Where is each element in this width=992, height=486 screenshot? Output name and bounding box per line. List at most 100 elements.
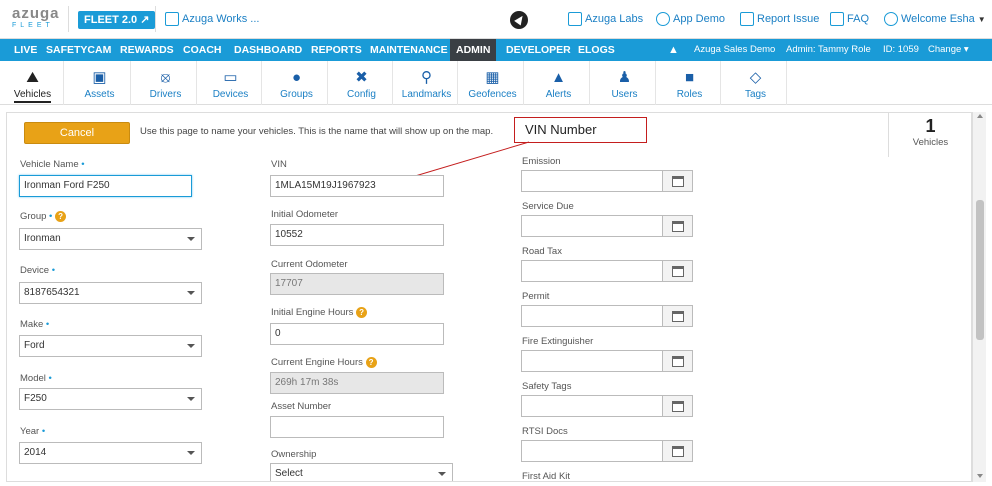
scroll-up-icon[interactable] xyxy=(977,114,983,118)
road-tax-date-input[interactable] xyxy=(521,260,663,282)
year-label: Year • xyxy=(20,426,46,437)
car-icon: ⛰ xyxy=(26,69,39,86)
azuga-labs-link[interactable]: Azuga Labs xyxy=(568,12,643,26)
fleet-version-badge[interactable]: FLEET 2.0 ↗ xyxy=(78,11,156,29)
report-issue-link[interactable]: Report Issue xyxy=(740,12,819,26)
change-account-link[interactable]: Change ▾ xyxy=(928,39,969,61)
initial-odometer-input[interactable]: 10552 xyxy=(270,224,444,246)
subnav-users[interactable]: ♟ Users xyxy=(594,61,656,105)
subnav-alerts[interactable]: ▲ Alerts xyxy=(528,61,590,105)
azuga-works-link[interactable]: Azuga Works ... xyxy=(165,12,259,26)
subnav-tags[interactable]: ◇ Tags xyxy=(725,61,787,105)
rtsi-docs-calendar-button[interactable] xyxy=(663,440,693,462)
nav-coach[interactable]: COACH xyxy=(177,39,228,61)
user-icon: ♟ xyxy=(617,69,632,86)
account-id: ID: 1059 xyxy=(883,44,919,55)
vehicle-edit-panel: Cancel Use this page to name your vehicl… xyxy=(6,112,972,482)
required-dot-icon: • xyxy=(81,159,85,170)
calendar-icon xyxy=(672,446,684,457)
asset-number-input[interactable] xyxy=(270,416,444,438)
nav-admin[interactable]: ADMIN xyxy=(450,39,497,61)
device-icon: ▭ xyxy=(223,69,238,86)
faq-link[interactable]: FAQ xyxy=(830,12,869,26)
labs-icon xyxy=(568,12,582,26)
nav-dashboard[interactable]: DASHBOARD xyxy=(228,39,308,61)
chevron-down-icon xyxy=(187,237,195,241)
scrollbar-thumb[interactable] xyxy=(976,200,984,340)
navigation-icon[interactable] xyxy=(510,11,528,29)
subnav-groups[interactable]: ● Groups xyxy=(266,61,328,105)
initial-engine-hours-input[interactable]: 0 xyxy=(270,323,444,345)
service-due-date-input[interactable] xyxy=(521,215,663,237)
welcome-user-menu[interactable]: Welcome Esha ▼ xyxy=(884,12,986,26)
nav-rewards[interactable]: REWARDS xyxy=(114,39,180,61)
app-demo-link[interactable]: App Demo xyxy=(656,12,725,26)
service-due-calendar-button[interactable] xyxy=(663,215,693,237)
safety-tags-label: Safety Tags xyxy=(522,381,572,392)
works-icon xyxy=(165,12,179,26)
fire-extinguisher-label: Fire Extinguisher xyxy=(522,336,594,347)
emission-calendar-button[interactable] xyxy=(663,170,693,192)
nav-safetycam[interactable]: SAFETYCAM xyxy=(40,39,117,61)
device-select[interactable]: 8187654321 xyxy=(19,282,202,304)
nav-reports[interactable]: REPORTS xyxy=(305,39,368,61)
permit-date-input[interactable] xyxy=(521,305,663,327)
subnav-roles[interactable]: ■ Roles xyxy=(659,61,721,105)
nav-elogs[interactable]: ELOGS xyxy=(572,39,621,61)
vin-input[interactable]: 1MLA15M19J1967923 xyxy=(270,175,444,197)
subnav-assets[interactable]: ▣ Assets xyxy=(69,61,131,105)
subnav-devices[interactable]: ▭ Devices xyxy=(200,61,262,105)
group-select[interactable]: Ironman xyxy=(19,228,202,250)
required-dot-icon: • xyxy=(49,211,53,223)
account-name: Azuga Sales Demo xyxy=(694,44,776,55)
chevron-down-icon xyxy=(187,344,195,348)
subnav-geofences[interactable]: ▦ Geofences xyxy=(462,61,524,105)
year-select[interactable]: 2014 xyxy=(19,442,202,464)
fire-extinguisher-date-input[interactable] xyxy=(521,350,663,372)
required-dot-icon: • xyxy=(48,373,52,384)
calendar-icon xyxy=(672,176,684,187)
safety-tags-date-input[interactable] xyxy=(521,395,663,417)
vehicle-name-label: Vehicle Name • xyxy=(20,159,85,170)
road-tax-calendar-button[interactable] xyxy=(663,260,693,282)
help-icon[interactable]: ? xyxy=(356,307,368,318)
bell-icon[interactable]: ▲ xyxy=(668,39,679,61)
permit-calendar-button[interactable] xyxy=(663,305,693,327)
help-icon[interactable]: ? xyxy=(365,357,377,368)
page-scrollbar[interactable] xyxy=(972,112,986,482)
help-icon[interactable]: ? xyxy=(55,211,67,222)
admin-role: Admin: Tammy Role xyxy=(786,44,871,55)
subnav-landmarks[interactable]: ⚲ Landmarks xyxy=(396,61,458,105)
make-select[interactable]: Ford xyxy=(19,335,202,357)
nav-developer[interactable]: DEVELOPER xyxy=(500,39,577,61)
nav-live[interactable]: LIVE xyxy=(8,39,43,61)
subnav-drivers[interactable]: ⦻ Drivers xyxy=(135,61,197,105)
current-engine-hours-label: Current Engine Hours ? xyxy=(271,357,377,368)
vehicle-name-input[interactable]: Ironman Ford F250 xyxy=(19,175,192,197)
model-select[interactable]: F250 xyxy=(19,388,202,410)
nav-maintenance[interactable]: MAINTENANCE xyxy=(364,39,454,61)
emission-label: Emission xyxy=(522,156,561,167)
admin-subnav: ⛰ Vehicles ▣ Assets ⦻ Drivers ▭ Devices ● Gro… xyxy=(0,61,992,105)
ownership-select[interactable]: Select xyxy=(270,463,453,481)
fence-icon: ▦ xyxy=(485,69,500,86)
calendar-icon xyxy=(672,356,684,367)
fire-extinguisher-calendar-button[interactable] xyxy=(663,350,693,372)
rtsi-docs-date-input[interactable] xyxy=(521,440,663,462)
tag-icon: ◇ xyxy=(749,69,762,86)
service-due-label: Service Due xyxy=(522,201,574,212)
current-odometer-field: 17707 xyxy=(270,273,444,295)
divider xyxy=(68,6,69,32)
chevron-down-icon xyxy=(187,291,195,295)
map-pin-icon: ⚲ xyxy=(421,69,432,86)
scroll-down-icon[interactable] xyxy=(977,474,983,478)
external-link-icon: ↗ xyxy=(140,14,150,26)
current-engine-hours-field: 269h 17m 38s xyxy=(270,372,444,394)
safety-tags-calendar-button[interactable] xyxy=(663,395,693,417)
subnav-config[interactable]: ✖ Config xyxy=(331,61,393,105)
initial-odometer-label: Initial Odometer xyxy=(271,209,339,220)
chevron-down-icon xyxy=(187,397,195,401)
azuga-logo[interactable]: azuga FLEET xyxy=(12,6,60,34)
subnav-vehicles[interactable]: ⛰ Vehicles xyxy=(2,61,64,105)
emission-date-input[interactable] xyxy=(521,170,663,192)
